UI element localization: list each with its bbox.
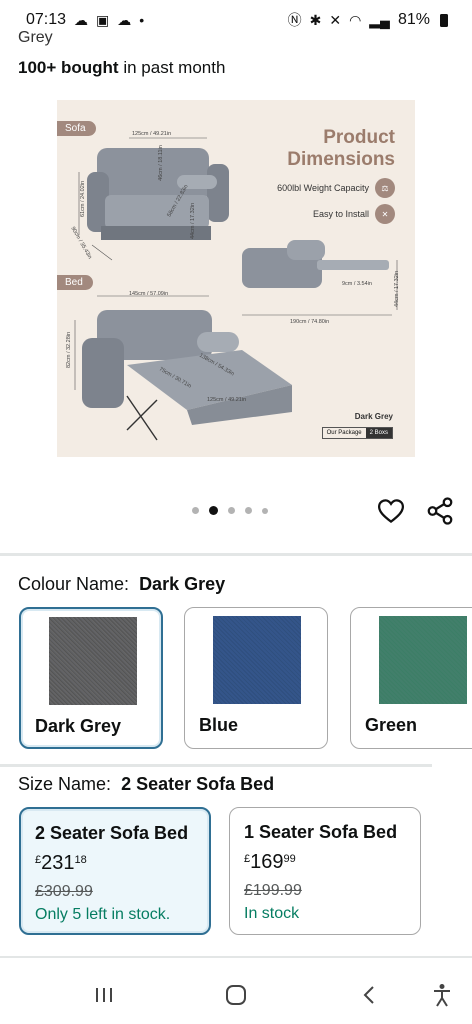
dim-back: 44cm / 17.32in bbox=[190, 202, 197, 240]
signal-icon: ▂▄ bbox=[369, 12, 390, 28]
carousel-dot[interactable] bbox=[192, 507, 199, 514]
size-label-text: Size Name: bbox=[18, 774, 112, 794]
size-option-price: £ 231 18 bbox=[35, 852, 195, 875]
dim-bed-height: 82cm / 32.28in bbox=[66, 331, 73, 369]
price-whole: 169 bbox=[250, 851, 284, 873]
heart-icon bbox=[377, 499, 405, 524]
share-button[interactable] bbox=[425, 496, 455, 526]
package-count: 2 Boxs bbox=[365, 428, 392, 438]
colour-selected-value: Dark Grey bbox=[139, 574, 226, 594]
section-divider bbox=[0, 956, 472, 958]
swatch-name: Blue bbox=[199, 715, 239, 735]
home-button[interactable] bbox=[221, 980, 251, 1010]
colour-label-text: Colour Name: bbox=[18, 574, 130, 594]
recent-apps-button[interactable] bbox=[89, 980, 119, 1010]
bluetooth-icon: ✱ bbox=[309, 12, 322, 28]
package-label: Our Package bbox=[326, 430, 362, 436]
system-nav-bar bbox=[0, 960, 472, 1024]
colour-label: Colour Name: Dark Grey bbox=[18, 574, 225, 595]
battery-percent: 81% bbox=[397, 11, 430, 28]
wishlist-button[interactable] bbox=[376, 496, 406, 526]
swatch-image bbox=[213, 616, 301, 704]
swatch-image bbox=[379, 616, 467, 704]
colour-option-blue[interactable]: Blue bbox=[184, 607, 328, 749]
dim-seat-height: 46cm / 18.11in bbox=[157, 145, 164, 181]
size-option-price: £ 169 99 bbox=[244, 851, 406, 874]
dim-bed-width: 145cm / 57.09in bbox=[129, 291, 169, 297]
size-selected-value: 2 Seater Sofa Bed bbox=[121, 774, 275, 794]
purchase-count-rest: in past month bbox=[123, 58, 226, 77]
carousel-dots bbox=[192, 506, 268, 515]
weather-icon: ☁ bbox=[117, 12, 132, 28]
purchase-count: 100+ bought in past month bbox=[18, 58, 225, 78]
size-option-name: 1 Seater Sofa Bed bbox=[244, 822, 398, 842]
sofa-drawing bbox=[78, 137, 229, 261]
more-notifications-icon: • bbox=[139, 12, 145, 28]
home-icon bbox=[226, 985, 246, 1005]
package-badge: Our Package 2 Boxs bbox=[321, 427, 393, 439]
product-image[interactable]: Sofa Bed Product Dimensions 600lbl Weigh… bbox=[57, 100, 415, 457]
swatch-name: Dark Grey bbox=[35, 716, 122, 736]
back-button[interactable] bbox=[354, 980, 384, 1010]
status-right: Ⓝ ✱ ✕ ◠ ▂▄ 81% bbox=[288, 11, 448, 29]
price-whole: 231 bbox=[41, 852, 75, 874]
nfc-icon: Ⓝ bbox=[287, 12, 302, 28]
dim-sofa-height: 61cm / 24.02in bbox=[80, 180, 87, 218]
size-option-1-seater[interactable]: 1 Seater Sofa Bed £ 169 99 £199.99 In st… bbox=[229, 807, 421, 935]
clock: 07:13 bbox=[26, 11, 67, 28]
side-view-drawing bbox=[242, 240, 398, 316]
accessibility-button[interactable] bbox=[427, 980, 457, 1010]
colour-option-dark-grey[interactable]: Dark Grey bbox=[19, 607, 163, 749]
stock-status: In stock bbox=[244, 905, 300, 922]
status-bar: 07:13 ☁ ▣ ☁ • Ⓝ ✱ ✕ ◠ ▂▄ 81% bbox=[0, 0, 472, 40]
price-fraction: 18 bbox=[74, 854, 87, 866]
accessibility-icon bbox=[434, 984, 450, 1007]
price-fraction: 99 bbox=[283, 853, 296, 865]
image-brand: Dark Grey bbox=[354, 412, 393, 421]
size-label: Size Name: 2 Seater Sofa Bed bbox=[18, 774, 274, 795]
size-option-2-seater[interactable]: 2 Seater Sofa Bed £ 231 18 £309.99 Only … bbox=[19, 807, 211, 935]
colour-option-green[interactable]: Green bbox=[350, 607, 472, 749]
carousel-dot[interactable] bbox=[262, 507, 268, 514]
cloud-icon: ☁ bbox=[74, 12, 89, 28]
status-left: 07:13 ☁ ▣ ☁ • bbox=[26, 11, 144, 29]
size-option-name: 2 Seater Sofa Bed bbox=[35, 823, 189, 843]
gallery-icon: ▣ bbox=[96, 12, 110, 28]
dim-bed-foot: 125cm / 49.21in bbox=[207, 397, 247, 403]
back-icon bbox=[363, 986, 374, 1004]
battery-icon bbox=[440, 13, 448, 27]
share-icon bbox=[427, 497, 453, 525]
carousel-dot[interactable] bbox=[245, 507, 252, 514]
swatch-name: Green bbox=[365, 715, 418, 735]
was-price: £309.99 bbox=[35, 883, 93, 900]
bed-drawing bbox=[74, 295, 292, 441]
dim-side-height: 44cm / 17.32in bbox=[394, 270, 401, 308]
sofa-illustration bbox=[74, 137, 398, 441]
dim-bed-total: 190cm / 74.80in bbox=[290, 319, 330, 325]
carousel-dot-active[interactable] bbox=[209, 506, 218, 515]
was-price: £199.99 bbox=[244, 882, 302, 899]
dim-sofa-width: 125cm / 49.21in bbox=[132, 131, 172, 137]
section-divider bbox=[0, 553, 472, 556]
stock-status: Only 5 left in stock. bbox=[35, 906, 171, 923]
dim-side-gap: 9cm / 3.54in bbox=[342, 281, 372, 287]
swatch-image bbox=[49, 617, 137, 705]
variant-text: Grey bbox=[18, 29, 53, 46]
section-divider bbox=[0, 764, 432, 767]
purchase-count-bold: 100+ bought bbox=[18, 58, 119, 77]
carousel-dot[interactable] bbox=[228, 507, 235, 514]
wifi-icon: ◠ bbox=[349, 12, 362, 28]
recent-apps-icon bbox=[96, 988, 112, 1002]
mute-icon: ✕ bbox=[329, 12, 342, 28]
